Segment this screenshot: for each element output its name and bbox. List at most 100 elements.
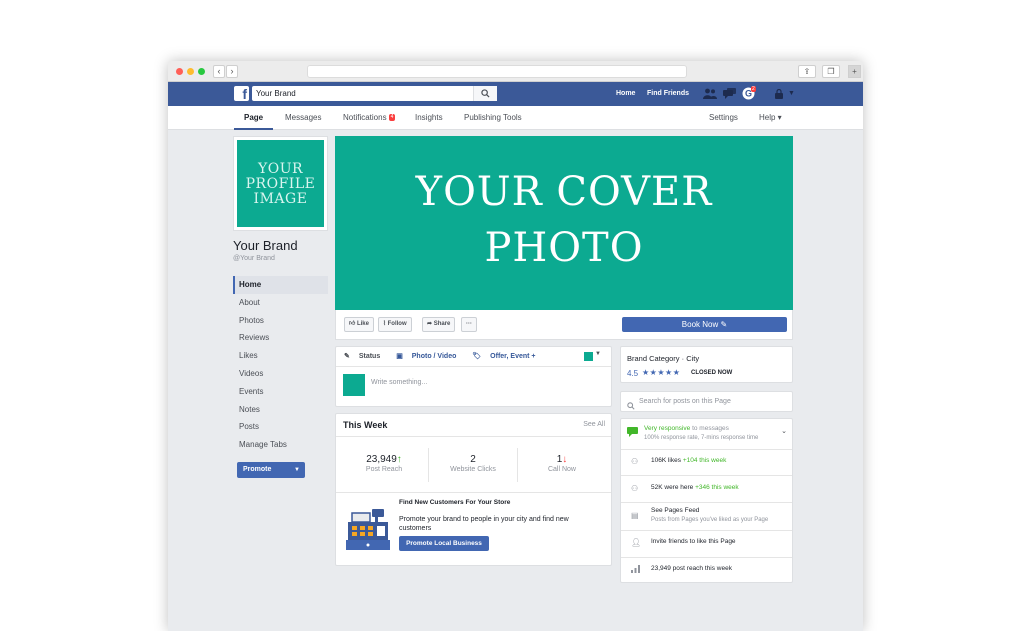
- post-reach-value: 23,949: [366, 454, 397, 465]
- leftnav-item-photos[interactable]: Photos: [233, 312, 328, 330]
- browser-chrome: ‹ › ⇪ ❐ +: [168, 61, 863, 82]
- facebook-logo-icon[interactable]: f: [234, 86, 249, 101]
- leftnav-item-manage-tabs[interactable]: Manage Tabs: [233, 436, 328, 454]
- follow-button[interactable]: ⌇ Follow: [378, 317, 412, 332]
- divider: [336, 436, 611, 437]
- cash-register-icon: [344, 507, 392, 560]
- facebook-topbar: f Your Brand Home Find Friends G 2 ▼: [168, 82, 863, 106]
- browser-window: ‹ › ⇪ ❐ + f Your Brand Home Find Friends…: [168, 61, 863, 631]
- tab-messages[interactable]: Messages: [285, 106, 321, 130]
- more-options-button[interactable]: ···: [461, 317, 477, 332]
- rating-value[interactable]: 4.5: [627, 369, 638, 378]
- tabs-icon[interactable]: ❐: [822, 65, 840, 78]
- offer-event-option[interactable]: 🏷︎ Offer, Event +: [472, 353, 542, 360]
- minimize-window-button[interactable]: [187, 68, 194, 75]
- brand-category[interactable]: Brand Category · City: [627, 354, 699, 363]
- call-now-label: Call Now: [547, 466, 576, 473]
- stat-call-now[interactable]: 1↓ Call Now: [517, 454, 607, 473]
- thumbs-up-icon: 👍︎: [349, 321, 356, 327]
- post-reach-label: Post Reach: [365, 466, 403, 473]
- tab-notifications-label: Notifications: [343, 113, 387, 122]
- leftnav-item-events[interactable]: Events: [233, 383, 328, 401]
- share-arrow-icon: ➦: [427, 321, 433, 327]
- tab-page[interactable]: Page: [234, 106, 274, 130]
- address-bar[interactable]: [307, 65, 687, 78]
- friend-requests-icon[interactable]: [703, 88, 717, 103]
- messages-icon[interactable]: [723, 88, 736, 103]
- divider: [621, 530, 792, 531]
- checkin-people-icon: ⚇: [631, 484, 639, 493]
- forward-button[interactable]: ›: [226, 65, 238, 78]
- stat-post-reach[interactable]: 23,949↑ Post Reach: [339, 454, 429, 473]
- maximize-window-button[interactable]: [198, 68, 205, 75]
- likes-delta: +104 this week: [682, 457, 727, 464]
- were-here-count: 52K were here: [651, 484, 694, 491]
- promo-title: Find New Customers For Your Store: [399, 499, 511, 506]
- account-menu-chevron-down-icon[interactable]: ▼: [788, 88, 795, 100]
- promote-button[interactable]: Promote ▼: [237, 462, 305, 478]
- photo-video-label: Photo / Video: [411, 353, 457, 360]
- stat-website-clicks[interactable]: 2 Website Clicks: [428, 454, 518, 473]
- arrow-up-icon: ↑: [396, 454, 402, 465]
- invite-friends-label: Invite friends to like this Page: [651, 538, 736, 545]
- back-button[interactable]: ‹: [213, 65, 225, 78]
- star-rating-icon: ★★★★★: [642, 368, 681, 377]
- follow-label: Follow: [387, 321, 407, 327]
- leftnav-item-home[interactable]: Home: [233, 276, 328, 294]
- notification-count-badge: 2: [751, 86, 756, 92]
- chevron-down-icon[interactable]: ▼: [595, 351, 601, 357]
- write-something-input[interactable]: Write something...: [371, 379, 427, 386]
- leftnav-item-videos[interactable]: Videos: [233, 365, 328, 383]
- like-label: Like: [356, 321, 369, 327]
- bar-chart-icon: [631, 565, 640, 575]
- profile-image-text-line2: PROFILE: [245, 176, 316, 192]
- search-input[interactable]: Your Brand: [252, 86, 497, 101]
- status-option[interactable]: ✎ Status: [344, 353, 387, 360]
- close-window-button[interactable]: [176, 68, 183, 75]
- tab-publishing-tools[interactable]: Publishing Tools: [464, 106, 522, 130]
- offer-event-label: Offer, Event +: [490, 353, 536, 360]
- tab-insights[interactable]: Insights: [415, 106, 443, 130]
- tab-help[interactable]: Help ▾: [759, 106, 782, 130]
- page-title[interactable]: Your Brand: [233, 238, 298, 253]
- cover-photo[interactable]: YOUR COVER PHOTO: [335, 136, 793, 310]
- profile-picture[interactable]: YOUR PROFILE IMAGE: [233, 136, 328, 231]
- search-posts-input[interactable]: Search for posts on this Page: [620, 391, 793, 412]
- leftnav-item-about[interactable]: About: [233, 294, 328, 312]
- chevron-down-icon[interactable]: ⌄: [781, 427, 787, 435]
- tab-notifications[interactable]: Notifications 4: [343, 106, 396, 130]
- cover-text-line2: PHOTO: [484, 225, 644, 271]
- share-button[interactable]: ➦ Share: [422, 317, 456, 332]
- like-button[interactable]: 👍︎ Like: [344, 317, 374, 332]
- pages-feed-label: See Pages Feed: [651, 507, 700, 514]
- see-all-link[interactable]: See All: [583, 421, 605, 428]
- page-avatar-selector-icon[interactable]: [584, 352, 593, 361]
- photo-icon: ▣: [396, 353, 403, 360]
- find-friends-link[interactable]: Find Friends: [647, 82, 689, 106]
- book-now-button[interactable]: Book Now ✎: [622, 317, 787, 332]
- very-responsive-label: Very responsive: [644, 425, 691, 432]
- home-link[interactable]: Home: [616, 82, 635, 106]
- pencil-icon: ✎: [344, 353, 350, 360]
- profile-image-text-line3: IMAGE: [253, 191, 308, 207]
- responsiveness-row[interactable]: Very responsive to messages 100% respons…: [621, 425, 792, 447]
- search-value: Your Brand: [256, 89, 296, 98]
- leftnav-item-reviews[interactable]: Reviews: [233, 329, 328, 347]
- leftnav-item-likes[interactable]: Likes: [233, 347, 328, 365]
- new-tab-button[interactable]: +: [848, 65, 861, 78]
- leftnav-item-posts[interactable]: Posts: [233, 418, 328, 436]
- leftnav-item-notes[interactable]: Notes: [233, 401, 328, 419]
- profile-image-text-line1: YOUR: [257, 161, 304, 177]
- page-username[interactable]: @Your Brand: [233, 255, 275, 262]
- photo-video-option[interactable]: ▣ Photo / Video: [396, 353, 463, 360]
- search-icon[interactable]: [473, 86, 497, 101]
- add-friend-icon: 👤︎: [631, 538, 642, 547]
- arrow-down-icon: ↓: [562, 454, 568, 465]
- promote-local-business-button[interactable]: Promote Local Business: [399, 536, 489, 551]
- website-clicks-value: 2: [470, 454, 476, 465]
- closed-now-status: CLOSED NOW: [691, 370, 733, 376]
- promo-description: Promote your brand to people in your cit…: [399, 516, 569, 532]
- privacy-shortcuts-icon[interactable]: [774, 88, 784, 103]
- share-icon[interactable]: ⇪: [798, 65, 816, 78]
- tab-settings[interactable]: Settings: [709, 106, 738, 130]
